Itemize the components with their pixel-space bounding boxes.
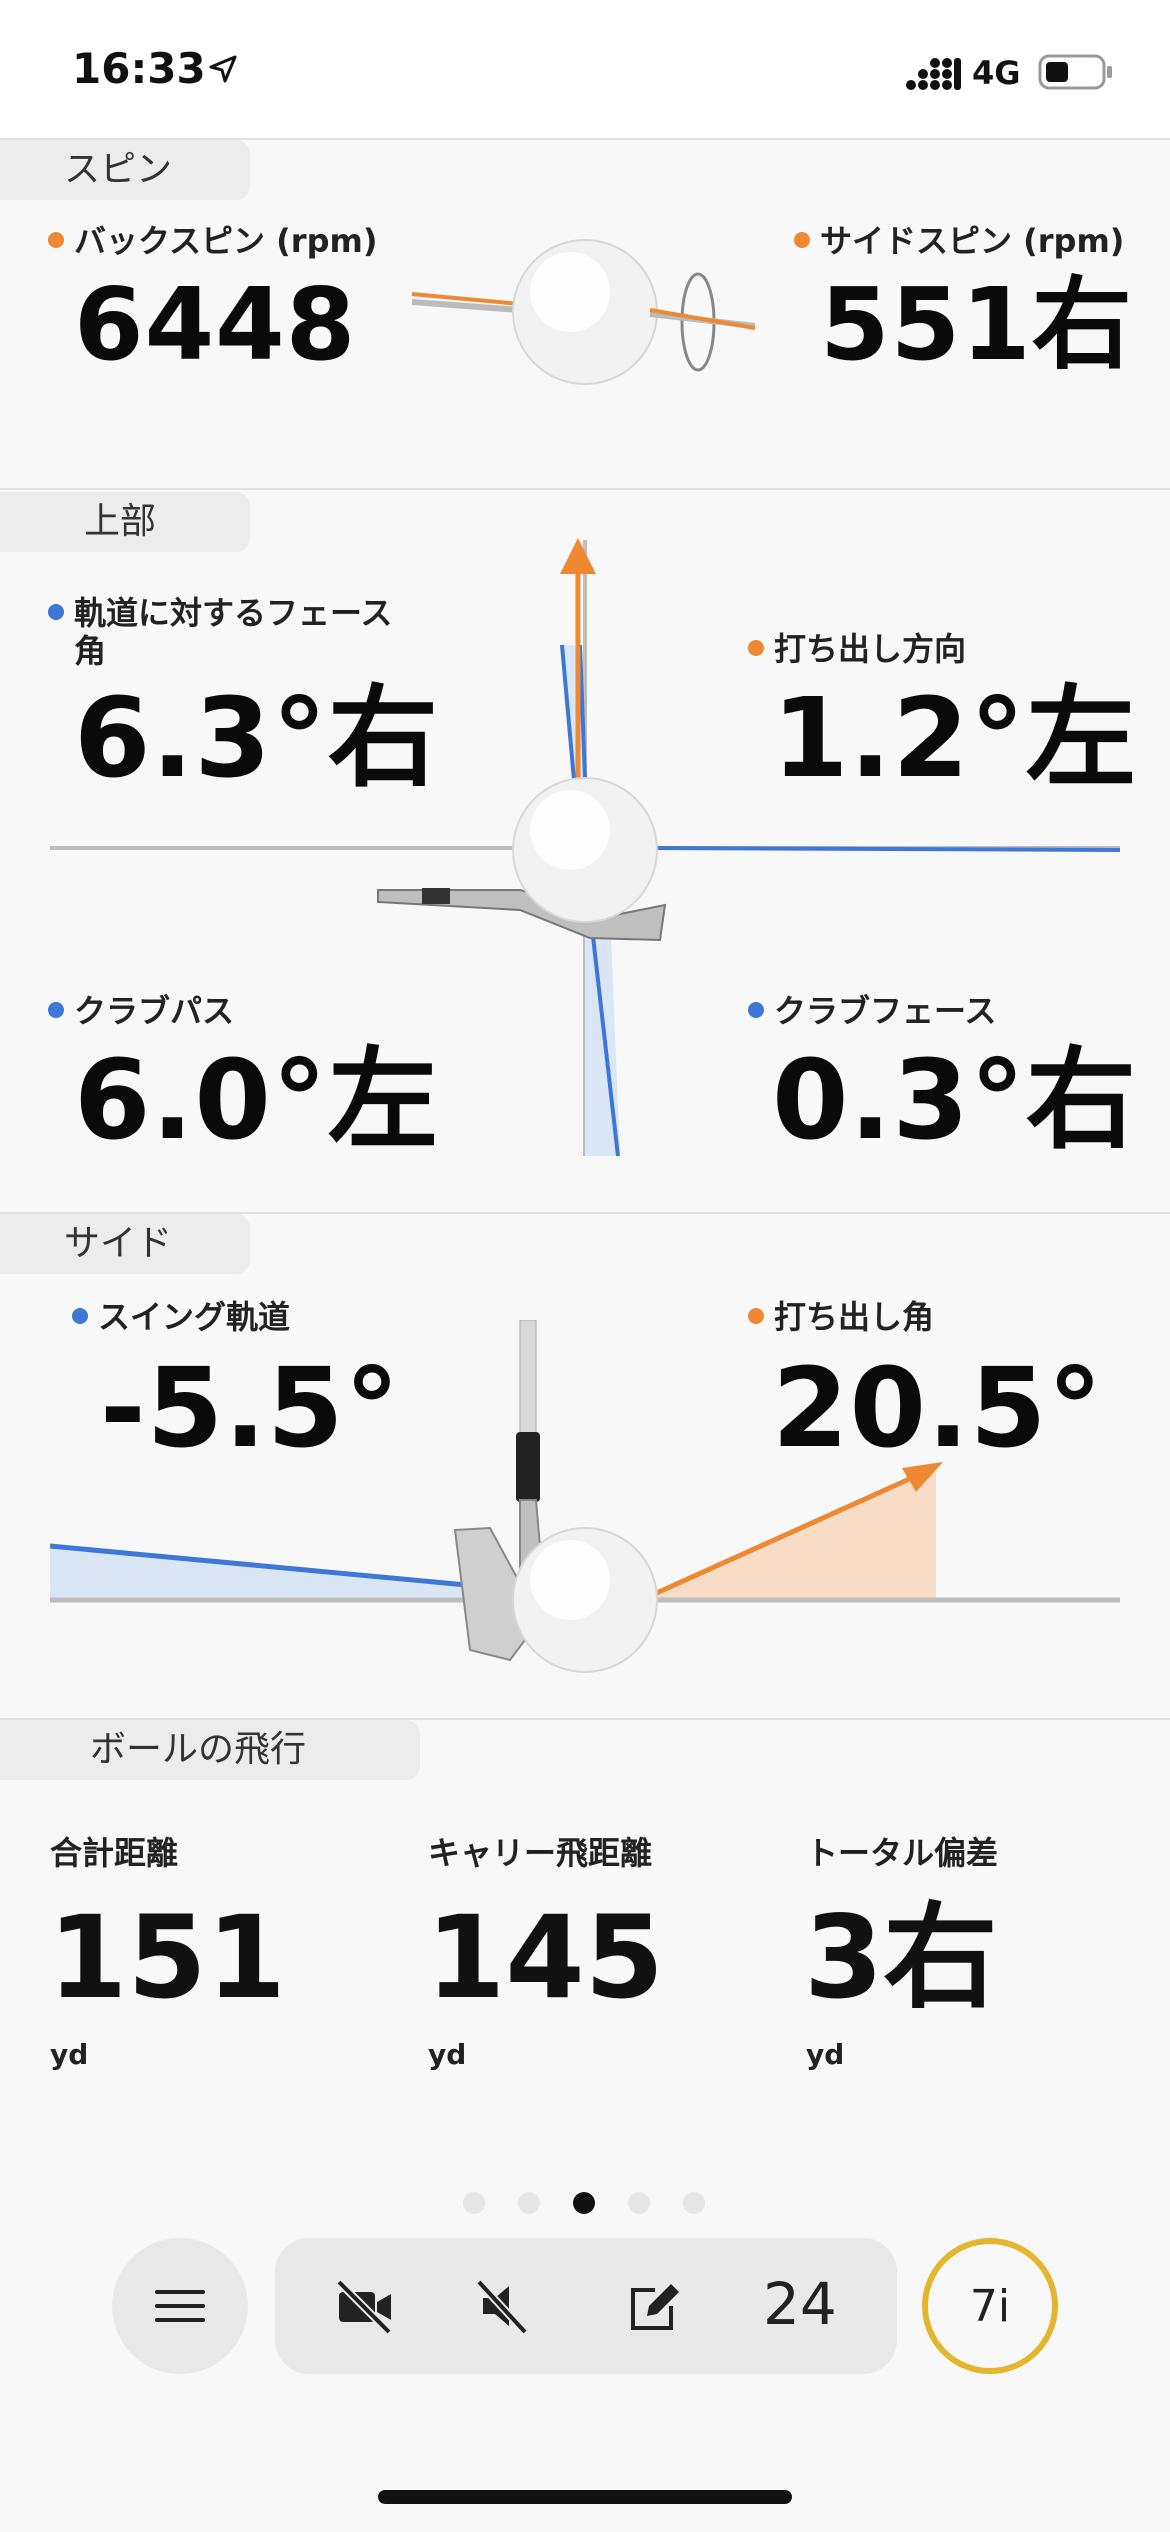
page-dot-active[interactable] — [573, 2192, 595, 2214]
shot-toolbar: 24 — [275, 2238, 897, 2374]
menu-button[interactable] — [112, 2238, 248, 2374]
sidespin-label: サイドスピン (rpm) — [794, 222, 1124, 260]
side-view-graphic — [50, 1320, 1120, 1673]
carry-distance-label: キャリー飛距離 — [428, 1834, 653, 1872]
page-dot[interactable] — [518, 2192, 540, 2214]
shot-count[interactable]: 24 — [763, 2270, 837, 2338]
home-indicator[interactable] — [378, 2490, 792, 2504]
orange-dot — [48, 232, 64, 248]
menu-icon — [155, 2290, 205, 2322]
battery-icon — [1038, 54, 1112, 90]
total-deviation-value: 3右 — [804, 1891, 998, 2024]
total-distance-value: 151 — [48, 1891, 286, 2024]
page-indicator[interactable] — [455, 2188, 715, 2214]
total-distance-unit: yd — [50, 2038, 89, 2071]
backspin-value: 6448 — [74, 266, 357, 383]
total-distance-label: 合計距離 — [50, 1834, 179, 1872]
page-dot[interactable] — [463, 2192, 485, 2214]
sidespin-value: 551右 — [820, 266, 1133, 383]
spin-ball-graphic — [411, 239, 756, 385]
section-tab-spin: スピン — [0, 140, 250, 200]
top-view-graphic — [50, 538, 1120, 1157]
video-off-icon[interactable] — [335, 2278, 395, 2334]
club-selector-button[interactable]: 7i — [922, 2238, 1058, 2374]
edit-icon[interactable] — [625, 2278, 685, 2334]
carry-distance-value: 145 — [426, 1891, 664, 2024]
network-type: 4G — [972, 54, 1021, 92]
section-tab-side: サイド — [0, 1214, 250, 1274]
total-deviation-unit: yd — [806, 2038, 845, 2071]
orange-dot — [794, 232, 810, 248]
section-tab-flight: ボールの飛行 — [0, 1720, 420, 1780]
total-deviation-label: トータル偏差 — [806, 1834, 999, 1872]
status-bar: 16:33 4G — [0, 0, 1170, 138]
backspin-label-text: バックスピン (rpm) — [74, 222, 378, 260]
sidespin-label-text: サイドスピン (rpm) — [820, 222, 1125, 260]
status-time: 16:33 — [72, 44, 206, 93]
location-arrow-icon — [209, 55, 237, 83]
page-dot[interactable] — [628, 2192, 650, 2214]
backspin-label: バックスピン (rpm) — [48, 222, 377, 260]
divider — [0, 488, 1170, 490]
sound-off-icon[interactable] — [473, 2278, 533, 2334]
carry-distance-unit: yd — [428, 2038, 467, 2071]
page-dot[interactable] — [683, 2192, 705, 2214]
signal-icon — [906, 58, 961, 90]
